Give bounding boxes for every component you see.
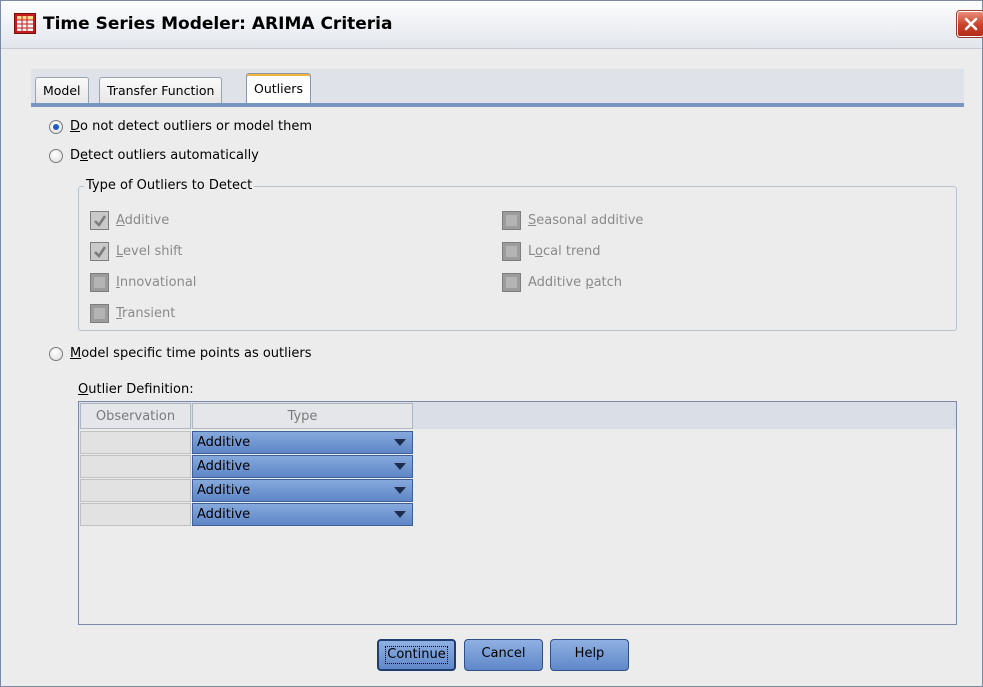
dropdown-arrow-icon[interactable] [394, 439, 406, 446]
close-icon [964, 17, 978, 31]
checkbox-icon[interactable] [90, 304, 109, 323]
observation-cell[interactable] [80, 431, 191, 454]
dropdown-arrow-icon[interactable] [394, 511, 406, 518]
app-table-icon [14, 13, 36, 34]
checkbox-icon[interactable] [502, 211, 521, 230]
tab-model[interactable]: Model [35, 77, 89, 104]
radio-detect-auto-label: Detect outliers automatically [70, 148, 259, 163]
column-header-observation[interactable]: Observation [80, 403, 191, 429]
observation-cell[interactable] [80, 455, 191, 478]
type-dropdown[interactable]: Additive [192, 479, 413, 502]
outlier-definition-label: Outlier Definition: [78, 382, 194, 397]
window-title: Time Series Modeler: ARIMA Criteria [43, 14, 393, 34]
checkbox-icon[interactable] [502, 273, 521, 292]
radio-button-selected[interactable] [49, 120, 63, 134]
radio-button[interactable] [49, 347, 63, 361]
observation-cell[interactable] [80, 503, 191, 526]
continue-button[interactable]: Continue [377, 639, 456, 671]
dropdown-arrow-icon[interactable] [394, 463, 406, 470]
tab-outliers[interactable]: Outliers [246, 73, 311, 105]
dropdown-arrow-icon[interactable] [394, 487, 406, 494]
column-header-type[interactable]: Type [192, 403, 413, 429]
title-bar[interactable]: Time Series Modeler: ARIMA Criteria [1, 1, 983, 49]
radio-model-specific-label: Model specific time points as outliers [70, 346, 312, 361]
checkbox-checked-icon[interactable] [90, 242, 109, 261]
tab-underline [31, 103, 964, 107]
radio-no-detect-label: Do not detect outliers or model them [70, 119, 313, 134]
type-dropdown[interactable]: Additive [192, 431, 413, 454]
checkbox-checked-icon[interactable] [90, 211, 109, 230]
close-button[interactable] [956, 10, 983, 38]
radio-button[interactable] [49, 149, 63, 163]
checkbox-icon[interactable] [502, 242, 521, 261]
type-dropdown[interactable]: Additive [192, 455, 413, 478]
checkbox-icon[interactable] [90, 273, 109, 292]
dialog-window: Time Series Modeler: ARIMA Criteria Mode… [0, 0, 983, 687]
observation-cell[interactable] [80, 479, 191, 502]
type-dropdown[interactable]: Additive [192, 503, 413, 526]
help-button[interactable]: Help [550, 639, 629, 671]
outlier-types-legend: Type of Outliers to Detect [84, 178, 255, 194]
tab-transfer-function[interactable]: Transfer Function [99, 77, 223, 104]
cancel-button[interactable]: Cancel [464, 639, 543, 671]
